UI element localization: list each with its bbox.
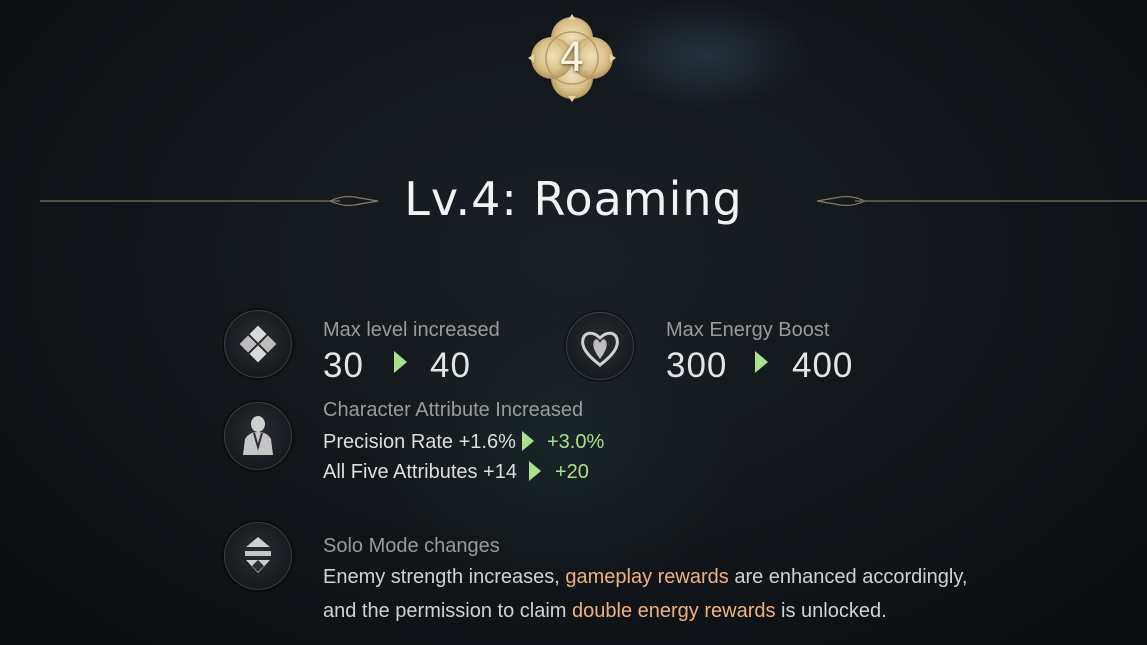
max-level-from: 30	[323, 346, 364, 385]
max-level-to: 40	[430, 346, 471, 385]
background-glow-top	[600, 0, 810, 110]
solo-mode-icon	[245, 537, 271, 573]
solo-mode-label: Solo Mode changes	[323, 535, 500, 557]
five-attributes-text: All Five Attributes +14	[323, 461, 517, 483]
desc-part-3: is unlocked.	[775, 600, 887, 622]
solo-mode-description: Enemy strength increases, gameplay rewar…	[323, 560, 1003, 628]
precision-rate-arrow	[522, 431, 534, 451]
five-attributes-arrow	[529, 461, 541, 481]
max-level-label: Max level increased	[323, 319, 500, 341]
heart-emblem-icon	[581, 331, 619, 367]
max-energy-from: 300	[666, 346, 728, 385]
attributes-label: Character Attribute Increased	[323, 399, 584, 421]
title-decoration-right	[816, 195, 1147, 207]
max-energy-to: 400	[792, 346, 854, 385]
badge-number: 4	[559, 35, 585, 81]
max-energy-arrow	[755, 351, 768, 373]
max-level-arrow	[394, 351, 407, 373]
precision-rate-new: +3.0%	[547, 431, 605, 453]
character-silhouette-icon	[243, 416, 273, 455]
precision-rate-text: Precision Rate +1.6%	[323, 431, 516, 453]
max-level-icon-frame	[224, 310, 292, 378]
energy-icon-frame	[566, 312, 634, 380]
gameplay-rewards-highlight: gameplay rewards	[565, 566, 729, 588]
character-icon-frame	[224, 402, 292, 470]
solo-icon-frame	[224, 522, 292, 590]
max-energy-label: Max Energy Boost	[666, 319, 830, 341]
level-badge: 4	[526, 12, 618, 104]
diamond-icon	[239, 325, 277, 363]
desc-part-1: Enemy strength increases,	[323, 566, 566, 588]
double-energy-rewards-highlight: double energy rewards	[572, 600, 776, 622]
five-attributes-new: +20	[555, 461, 589, 483]
